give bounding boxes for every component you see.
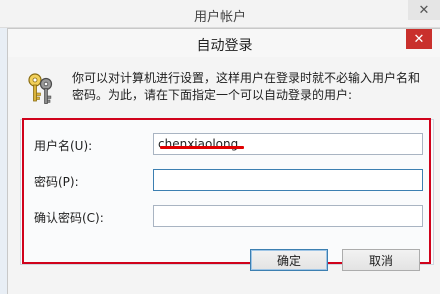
username-label: 用户名(U): [34,139,93,153]
parent-window-title: 用户帐户 [193,10,246,25]
parent-close-button[interactable]: ✕ [408,0,440,20]
dialog-titlebar: 自动登录 ✕ [8,29,440,57]
dialog-title: 自动登录 [196,38,253,54]
close-icon: ✕ [418,2,430,18]
confirm-password-label: 确认密码(C): [34,211,104,225]
dialog-close-button[interactable]: ✕ [406,29,432,49]
keys-icon [28,73,53,104]
parent-window-titlebar: 用户帐户 ✕ [0,0,440,28]
auto-login-dialog: 自动登录 ✕ 你可以对计算机进行设置，这样用户在登录时就不必输入用户名和密码。为… [7,28,440,294]
close-icon: ✕ [413,31,425,47]
password-field[interactable] [153,169,423,191]
cancel-button[interactable]: 取消 [342,249,420,271]
username-field[interactable] [153,133,423,155]
redaction-mark [160,146,244,149]
confirm-password-field[interactable] [153,205,423,227]
dialog-description: 你可以对计算机进行设置，这样用户在登录时就不必输入用户名和密码。为此，请在下面指… [72,71,421,102]
ok-button[interactable]: 确定 [250,249,328,271]
password-label: 密码(P): [34,175,79,189]
